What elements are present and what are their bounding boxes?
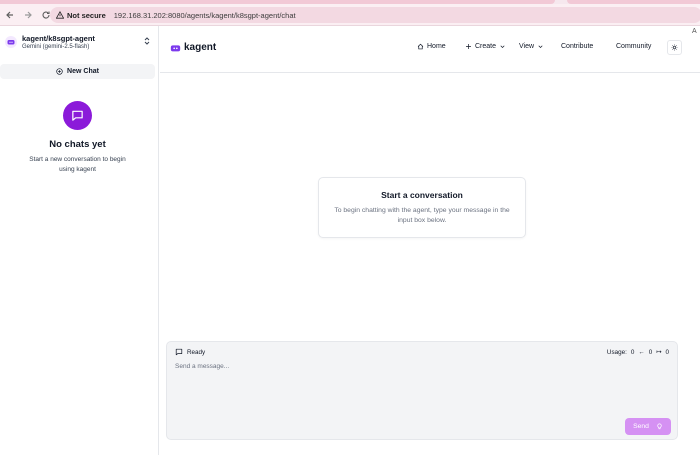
nav-create-label: Create — [475, 43, 497, 50]
nav-home[interactable]: Home — [417, 43, 446, 50]
usage-output: 0 — [665, 349, 669, 356]
usage-output-icon: ↦ — [656, 349, 662, 356]
home-icon — [417, 43, 424, 50]
security-indicator[interactable]: Not secure — [56, 11, 106, 20]
agent-name: kagent/k8sgpt-agent — [22, 34, 95, 43]
kagent-logo-icon — [170, 44, 181, 51]
nav-create[interactable]: Create — [465, 43, 506, 50]
address-bar[interactable]: Not secure 192.168.31.202:8080/agents/ka… — [50, 7, 700, 23]
theme-toggle-button[interactable] — [667, 40, 682, 55]
warning-icon — [56, 11, 64, 19]
usage-total: 0 — [630, 349, 635, 356]
nav-view-label: View — [519, 43, 535, 50]
nav-contribute[interactable]: Contribute — [561, 43, 593, 50]
usage-input: 0 — [648, 349, 653, 356]
sidebar: kagent/k8sgpt-agent Gemini (gemini-2.5-f… — [0, 26, 159, 455]
chat-composer: Ready Usage: 0 ← 0 ↦ 0 Send — [166, 341, 678, 440]
plus-icon — [466, 44, 471, 49]
nav-community-label: Community — [616, 43, 652, 50]
agent-model: Gemini (gemini-2.5-flash) — [22, 44, 90, 50]
chat-bubble-icon — [63, 101, 92, 130]
url-text: 192.168.31.202:8080/agents/kagent/k8sgpt… — [113, 10, 296, 20]
nav-community[interactable]: Community — [616, 43, 651, 50]
nav-contribute-label: Contribute — [561, 43, 594, 50]
usage-label: Usage: — [606, 349, 627, 356]
lightbulb-icon — [657, 423, 662, 430]
forward-icon[interactable] — [20, 7, 36, 23]
top-navbar: kagent Home Create View Contribute Commu… — [160, 26, 700, 73]
plus-circle-icon — [56, 68, 63, 75]
chevron-up-down-icon — [144, 37, 150, 45]
usage-input-icon: ← — [638, 349, 645, 356]
security-label: Not secure — [67, 10, 106, 20]
chevron-down-icon — [500, 45, 505, 49]
agent-selector[interactable]: kagent/k8sgpt-agent Gemini (gemini-2.5-f… — [0, 26, 159, 58]
token-usage: Usage: 0 ← 0 ↦ 0 — [607, 349, 669, 356]
brand-name: kagent — [184, 42, 217, 53]
card-title: Start a conversation — [381, 190, 463, 200]
sun-icon — [671, 44, 678, 51]
browser-toolbar: Not secure 192.168.31.202:8080/agents/ka… — [0, 4, 700, 26]
start-conversation-card: Start a conversation To begin chatting w… — [318, 177, 526, 238]
send-label: Send — [633, 423, 649, 430]
agent-logo-icon — [5, 36, 17, 48]
message-square-icon — [175, 348, 183, 356]
new-chat-label: New Chat — [67, 68, 99, 75]
status-indicator: Ready — [175, 348, 205, 356]
new-chat-button[interactable]: New Chat — [0, 64, 155, 79]
empty-state-description: Start a new conversation to begin using … — [29, 156, 126, 173]
empty-state-title: No chats yet — [49, 139, 106, 150]
message-input[interactable] — [175, 363, 665, 403]
nav-view[interactable]: View — [519, 43, 544, 50]
status-text: Ready — [187, 348, 206, 356]
chevron-down-icon — [538, 45, 543, 49]
back-icon[interactable] — [2, 7, 18, 23]
nav-home-label: Home — [427, 43, 446, 50]
page: Not secure 192.168.31.202:8080/agents/ka… — [0, 0, 700, 455]
card-description: To begin chatting with the agent, type y… — [334, 207, 510, 224]
brand-logo[interactable]: kagent — [170, 42, 216, 53]
send-button[interactable]: Send — [625, 418, 671, 435]
